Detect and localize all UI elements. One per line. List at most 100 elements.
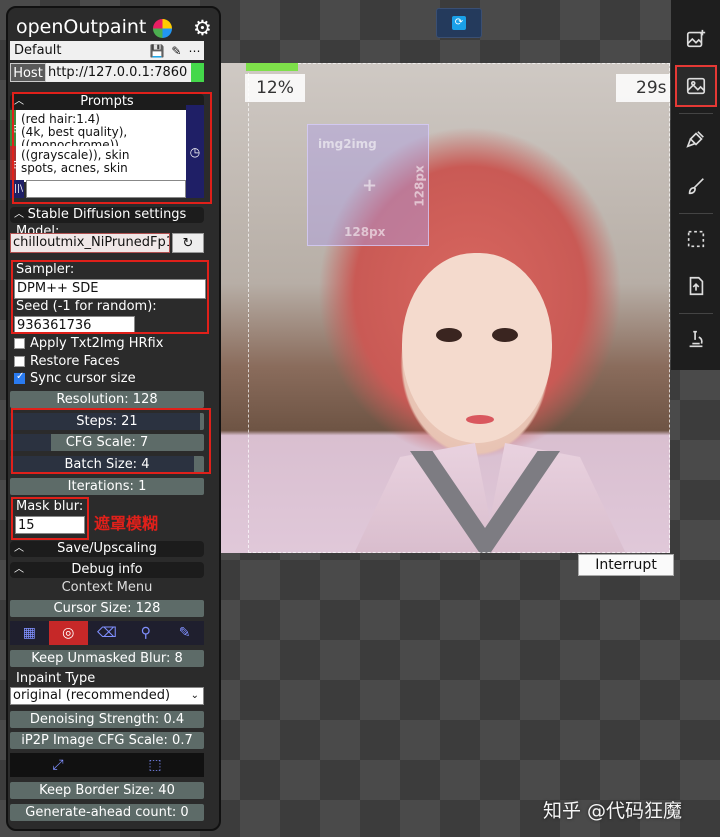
- brush-mode-button[interactable]: ✎: [165, 621, 204, 645]
- brush-icon: [688, 178, 704, 195]
- grid-mode-button[interactable]: ▦: [10, 621, 49, 645]
- clear-mask-button[interactable]: ⌫: [87, 621, 127, 645]
- style-input[interactable]: [26, 180, 186, 198]
- host-status-indicator: [191, 63, 204, 82]
- resolution-slider[interactable]: Resolution: 128: [10, 391, 204, 408]
- selection-height-label: 128px: [412, 165, 427, 207]
- select-tool[interactable]: [675, 218, 717, 260]
- seed-label: Seed (-1 for random):: [16, 299, 157, 314]
- hrfix-toggle[interactable]: Apply Txt2Img HRfix: [14, 336, 163, 351]
- sync-cursor-toggle[interactable]: Sync cursor size: [14, 371, 136, 386]
- negative-prompt-input[interactable]: ((grayscale)), skin spots, acnes, skin: [16, 146, 186, 182]
- interrogate-tool[interactable]: [675, 318, 717, 360]
- keep-border-size-label: Keep Border Size: 40: [39, 783, 175, 798]
- fit-screen-icon[interactable]: ⤢: [52, 757, 63, 773]
- batch-size-slider[interactable]: Batch Size: 4: [10, 456, 204, 473]
- restore-faces-label: Restore Faces: [30, 354, 120, 369]
- context-menu-label: Context Menu: [61, 580, 153, 595]
- prompts-section-header[interactable]: ︿ Prompts: [10, 94, 204, 110]
- history-icon: ◷: [189, 144, 201, 159]
- model-select[interactable]: chilloutmix_NiPrunedFp1: [10, 233, 170, 253]
- mask-brush-tool[interactable]: [675, 118, 717, 160]
- inpaint-type-label: Inpaint Type: [16, 671, 96, 686]
- cursor-selection-box[interactable]: img2img + 128px 128px: [307, 124, 429, 246]
- inpaint-type-value: original (recommended): [13, 688, 171, 703]
- broom-icon: ⌫: [97, 625, 117, 641]
- edit-icon[interactable]: ✎: [171, 44, 181, 58]
- add-image-tool[interactable]: [675, 18, 717, 60]
- style-row: |||\: [10, 180, 186, 198]
- mask-blur-label: Mask blur:: [16, 499, 84, 514]
- chevron-up-icon: ︿: [14, 543, 24, 554]
- generate-ahead-slider[interactable]: Generate-ahead count: 0: [10, 804, 204, 821]
- cfg-scale-slider[interactable]: CFG Scale: 7: [10, 434, 204, 451]
- image-tool[interactable]: [675, 65, 717, 107]
- cfg-fill: [10, 434, 51, 451]
- brush-tool[interactable]: [675, 165, 717, 207]
- styles-icon[interactable]: |||\: [10, 180, 24, 198]
- more-icon[interactable]: ⋯: [188, 44, 200, 58]
- host-input[interactable]: http://127.0.0.1:7860: [46, 63, 191, 82]
- interrupt-button[interactable]: Interrupt: [578, 554, 674, 576]
- brush-icon: ✎: [178, 625, 191, 641]
- canvas-action-strip: ⤢ ⬚: [10, 753, 204, 777]
- grid-icon: ▦: [22, 625, 37, 641]
- save-upscaling-section-header[interactable]: ︿ Save/Upscaling: [10, 541, 204, 557]
- chevron-up-icon: ︿: [14, 96, 24, 107]
- debug-info-section-header[interactable]: ︿ Debug info: [10, 562, 204, 578]
- debug-info-label: Debug info: [71, 562, 143, 577]
- cfg-scale-label: CFG Scale: 7: [65, 435, 149, 450]
- restore-faces-checkbox[interactable]: [14, 356, 25, 367]
- mask-mode-button[interactable]: ◎: [48, 621, 88, 645]
- chevron-up-icon: ︿: [14, 564, 24, 575]
- selection-width-label: 128px: [344, 225, 386, 239]
- sd-settings-section-header[interactable]: ︿ Stable Diffusion settings: [10, 207, 204, 223]
- cursor-size-slider[interactable]: Cursor Size: 128: [10, 600, 204, 617]
- keep-border-size-slider[interactable]: Keep Border Size: 40: [10, 782, 204, 799]
- dashed-select-icon[interactable]: ⬚: [148, 757, 161, 773]
- preset-actions: 💾 ✎ ⋯: [146, 41, 204, 60]
- prompts-header-label: Prompts: [80, 94, 134, 109]
- denoising-strength-slider[interactable]: Denoising Strength: 0.4: [10, 711, 204, 728]
- refresh-models-button[interactable]: ↻: [172, 233, 204, 253]
- mask-tool-strip: ▦ ◎ ⌫ ⚲ ✎: [10, 621, 204, 645]
- broom-icon: [686, 131, 704, 148]
- steps-slider[interactable]: Steps: 21: [10, 413, 204, 430]
- preset-select[interactable]: Default: [10, 41, 146, 60]
- right-toolbar: [671, 0, 720, 370]
- keep-unmasked-blur-label: Keep Unmasked Blur: 8: [31, 651, 183, 666]
- steps-label: Steps: 21: [76, 414, 138, 429]
- chevron-down-icon: ⌄: [190, 690, 199, 701]
- mask-blur-annotation: 遮罩模糊: [94, 514, 159, 533]
- prompt-history-button[interactable]: ◷: [186, 105, 204, 198]
- iterations-label: Iterations: 1: [67, 479, 147, 494]
- watermark-text: 知乎 @代码狂魔: [543, 800, 683, 822]
- microscope-icon: [689, 330, 703, 348]
- restore-faces-toggle[interactable]: Restore Faces: [14, 354, 120, 369]
- refresh-icon: ↻: [182, 236, 194, 251]
- hrfix-checkbox[interactable]: [14, 338, 25, 349]
- iterations-slider[interactable]: Iterations: 1: [10, 478, 204, 495]
- pin-icon: ⚲: [140, 625, 151, 641]
- app-title: openOutpaint: [16, 16, 147, 38]
- upload-tool[interactable]: [675, 265, 717, 307]
- sampler-select[interactable]: DPM++ SDE: [14, 279, 206, 299]
- ip2p-cfg-scale-slider[interactable]: iP2P Image CFG Scale: 0.7: [10, 732, 204, 749]
- image-icon: [686, 77, 706, 95]
- selection-icon: [687, 230, 705, 248]
- file-upload-icon: [689, 276, 704, 296]
- positive-prompt-input[interactable]: (red hair:1.4) (4k, best quality), ((mon…: [16, 110, 186, 146]
- progress-bar: [246, 63, 298, 71]
- pin-button[interactable]: ⚲: [126, 621, 166, 645]
- sync-icon: ⟳: [452, 16, 466, 30]
- gear-icon[interactable]: ⚙: [193, 16, 212, 40]
- top-sync-button[interactable]: ⟳: [436, 8, 482, 38]
- inpaint-type-select[interactable]: original (recommended) ⌄: [10, 687, 204, 705]
- mask-blur-input[interactable]: 15: [15, 516, 85, 534]
- keep-unmasked-blur-slider[interactable]: Keep Unmasked Blur: 8: [10, 650, 204, 667]
- seed-input[interactable]: 936361736: [14, 316, 135, 334]
- resolution-label: Resolution: 128: [56, 392, 158, 407]
- sync-cursor-checkbox[interactable]: [14, 371, 25, 384]
- save-icon[interactable]: 💾: [149, 44, 164, 58]
- chevron-up-icon: ︿: [14, 209, 24, 220]
